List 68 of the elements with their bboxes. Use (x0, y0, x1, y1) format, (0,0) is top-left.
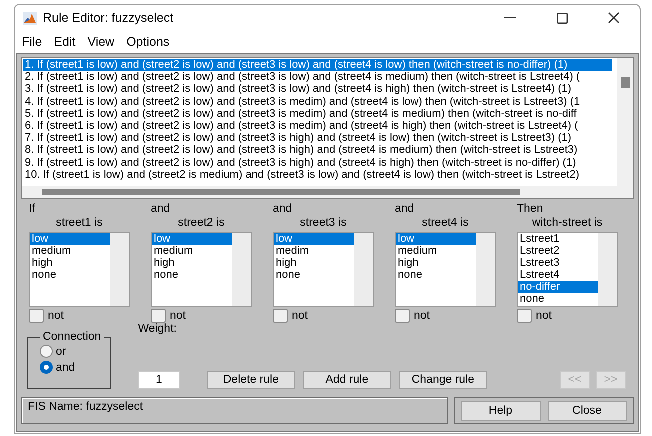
menu-item[interactable]: Options (126, 35, 170, 49)
rule-item[interactable]: 7. If (street1 is low) and (street2 is low) and (street3 is high) and (street4 is low) then (witch-street is Lstreet3) (1) (23, 132, 612, 144)
list-option[interactable]: low (396, 233, 476, 246)
list-option[interactable]: medium (30, 245, 110, 258)
menu-item[interactable]: File (22, 35, 42, 49)
variable-label: street3 is (300, 216, 347, 230)
variable-label: witch-street is (532, 216, 603, 230)
checkbox-label: not (170, 310, 186, 322)
rule-item[interactable]: 4. If (street1 is low) and (street2 is low) and (street3 is medim) and (street4 is low) then (witch-street is Lstreet3) (1 (23, 96, 612, 108)
rule-item[interactable]: 3. If (street1 is low) and (street2 is low) and (street3 is low) and (street4 is high) then (witch-street is Lstreet4) (1) (23, 83, 612, 96)
list-option[interactable]: medium (152, 245, 232, 258)
checkbox-label: not (536, 310, 552, 322)
group-label: Connection (42, 331, 102, 343)
list-option[interactable]: low (274, 233, 354, 246)
list-option[interactable]: high (274, 257, 354, 270)
membership-listbox[interactable]: Lstreet1 Lstreet2 Lstreet3 Lstreet4 no-differ none (517, 232, 618, 307)
list-option[interactable]: high (152, 257, 232, 270)
checkbox-label: not (292, 310, 308, 322)
rule-item[interactable]: 10. If (street1 is low) and (street2 is medium) and (street3 is low) and (street4 is low) then (witch-street is Lstreet2) (23, 168, 612, 182)
rule-item[interactable]: 2. If (street1 is low) and (street2 is low) and (street3 is low) and (street4 is medium) then (witch-street is Lstreet4) ( (23, 71, 612, 84)
menu-item[interactable]: Edit (54, 35, 76, 49)
list-option[interactable]: none (396, 269, 476, 282)
status-text: FIS Name: fuzzyselect (21, 397, 448, 424)
checkbox-label: not (414, 310, 430, 322)
action-button[interactable]: Delete rule (207, 371, 296, 389)
rule-item[interactable]: 8. If (street1 is low) and (street2 is low) and (street3 is high) and (street4 is medium) then (witch-street is Lstreet3) (23, 144, 612, 157)
membership-listbox[interactable]: low medium high none (395, 232, 496, 307)
list-option[interactable]: low (30, 233, 110, 246)
membership-listbox[interactable]: low medium high none (151, 232, 252, 307)
rule-item[interactable]: 6. If (street1 is low) and (street2 is low) and (street3 is medim) and (street4 is high) then (witch-street is Lstreet4) ( (23, 120, 612, 132)
checkbox-label: not (48, 310, 64, 322)
weight-label: Weight: (138, 323, 178, 335)
connector-label: and (273, 203, 292, 216)
list-option[interactable]: Lstreet4 (518, 269, 598, 282)
rule-item[interactable]: 9. If (street1 is low) and (street2 is low) and (street3 is high) and (street4 is high) then (witch-street is no-differ) (1) (23, 156, 612, 169)
connector-label: If (29, 203, 36, 216)
connector-label: and (151, 203, 170, 216)
window-title: Rule Editor: fuzzyselect (43, 11, 175, 25)
variable-label: street1 is (56, 216, 103, 230)
rule-item[interactable]: 1. If (street1 is low) and (street2 is low) and (street3 is low) and (street4 is low) then (witch-street is no-differ) (1) (23, 59, 612, 72)
radio-label: and (56, 362, 76, 374)
list-option[interactable]: none (274, 269, 354, 282)
variable-label: street2 is (178, 216, 225, 230)
list-option[interactable]: none (518, 293, 598, 306)
footer-button[interactable]: Close (548, 400, 627, 420)
membership-listbox[interactable]: low medim high none (273, 232, 374, 307)
list-option[interactable]: high (396, 257, 476, 270)
action-button[interactable]: Change rule (399, 371, 488, 389)
list-option[interactable]: Lstreet1 (518, 233, 598, 246)
rule-item[interactable]: 5. If (street1 is low) and (street2 is low) and (street3 is medim) and (street4 is medium) then (witch-street is no-diff (23, 108, 612, 120)
variable-label: street4 is (422, 216, 469, 230)
list-option[interactable]: low (152, 233, 232, 246)
radio-label: or (56, 346, 66, 358)
list-option[interactable]: Lstreet3 (518, 257, 598, 270)
list-option[interactable]: medim (274, 245, 354, 258)
footer-button[interactable]: Help (461, 400, 540, 420)
weight-field[interactable]: 1 (138, 371, 180, 389)
list-option[interactable]: none (30, 269, 110, 282)
list-option[interactable]: no-differ (518, 281, 598, 294)
list-option[interactable]: high (30, 257, 110, 270)
membership-listbox[interactable]: low medium high none (29, 232, 130, 307)
list-option[interactable]: Lstreet2 (518, 245, 598, 258)
list-option[interactable]: none (152, 269, 232, 282)
menu-item[interactable]: View (88, 35, 115, 49)
action-button[interactable]: Add rule (303, 371, 392, 389)
list-option[interactable]: medium (396, 245, 476, 258)
connector-label: and (395, 203, 414, 216)
connector-label: Then (517, 203, 544, 216)
